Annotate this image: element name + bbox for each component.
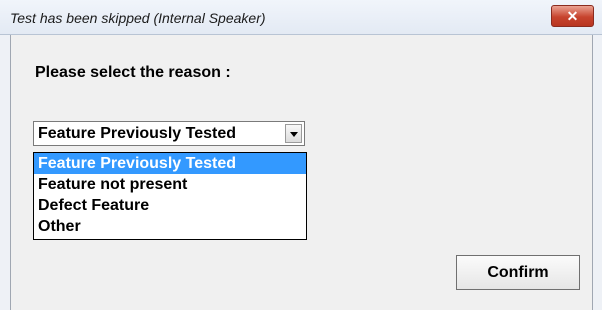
window-frame-right [592, 35, 602, 310]
title-bar: Test has been skipped (Internal Speaker)… [0, 0, 602, 35]
window-frame-left [0, 35, 11, 310]
reason-dropdown[interactable]: Feature Previously Tested [33, 121, 305, 146]
confirm-button-label: Confirm [487, 264, 549, 281]
confirm-button[interactable]: Confirm [456, 255, 580, 290]
window-title: Test has been skipped (Internal Speaker) [10, 10, 266, 26]
dropdown-selected-value: Feature Previously Tested [38, 125, 236, 142]
option-feature-previously-tested[interactable]: Feature Previously Tested [34, 153, 306, 174]
option-defect-feature[interactable]: Defect Feature [34, 195, 306, 216]
close-button[interactable]: ✕ [551, 5, 594, 27]
close-icon: ✕ [566, 8, 579, 24]
option-other[interactable]: Other [34, 216, 306, 237]
dropdown-arrow-button[interactable] [285, 124, 302, 143]
chevron-down-icon [290, 132, 298, 137]
option-feature-not-present[interactable]: Feature not present [34, 174, 306, 195]
reason-prompt: Please select the reason : [35, 64, 231, 81]
reason-options-list: Feature Previously Tested Feature not pr… [33, 152, 307, 240]
